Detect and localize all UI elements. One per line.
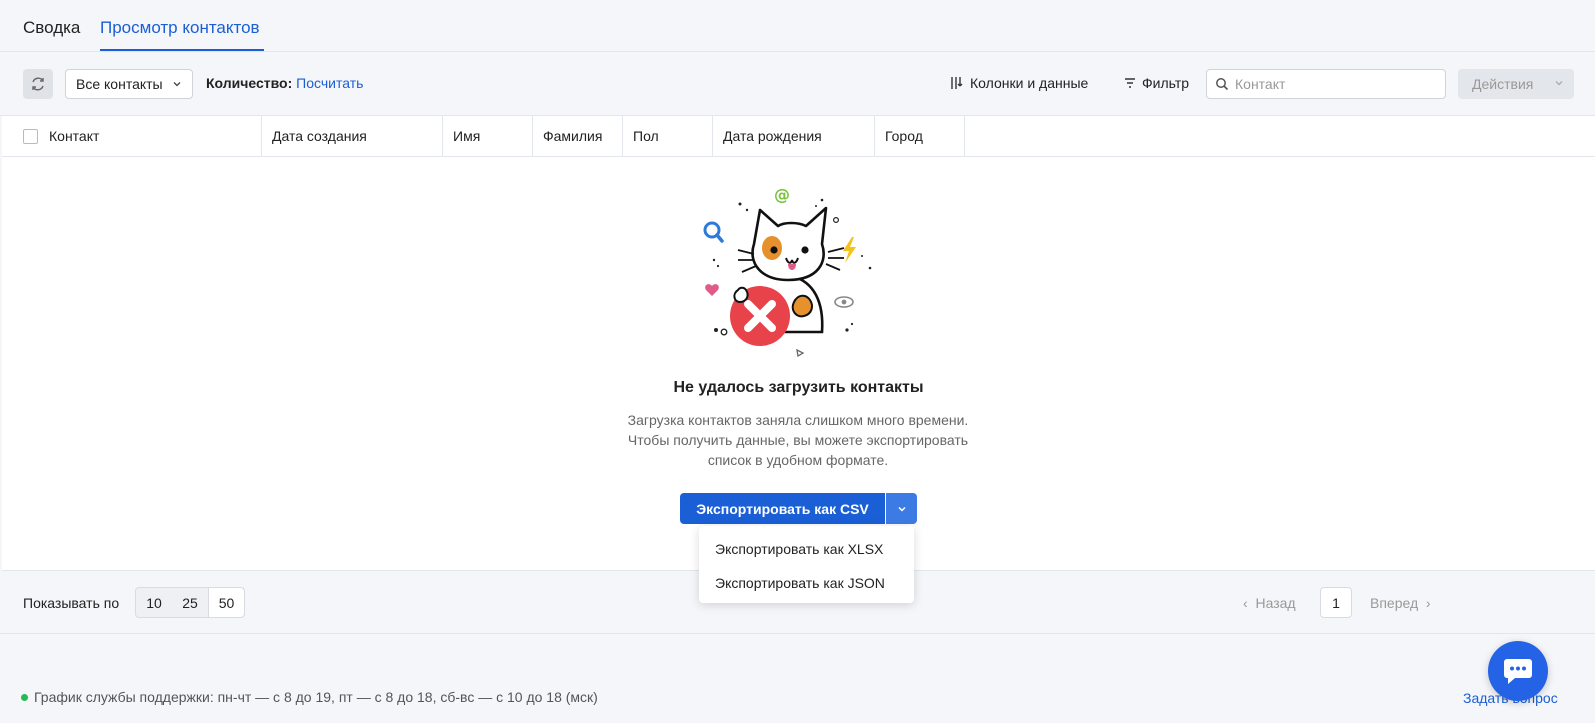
svg-text:@: @ <box>774 185 790 204</box>
chat-button[interactable] <box>1488 641 1548 701</box>
contact-search <box>1206 69 1446 99</box>
page-size-option-selected[interactable]: 50 <box>208 588 244 617</box>
filter-icon <box>1125 78 1135 88</box>
columns-label: Колонки и данные <box>970 75 1089 91</box>
tab-summary[interactable]: Сводка <box>23 18 80 38</box>
tab-contacts-view[interactable]: Просмотр контактов <box>100 18 260 38</box>
page-size-option[interactable]: 25 <box>172 588 208 617</box>
chat-icon <box>1504 659 1532 684</box>
page-size-option[interactable]: 10 <box>136 588 172 617</box>
column-header-first-name[interactable]: Имя <box>443 116 533 156</box>
online-status-dot <box>21 693 28 701</box>
search-icon <box>1216 78 1229 91</box>
error-description-line: Загрузка контактов заняла слишком много … <box>627 412 969 428</box>
error-title: Не удалось загрузить контакты <box>673 379 924 396</box>
count-link[interactable]: Посчитать <box>296 75 363 91</box>
table-header: Контакт Дата создания Имя Фамилия Пол Да… <box>2 116 1595 157</box>
export-xlsx-option[interactable]: Экспортировать как XLSX <box>699 532 914 566</box>
tab-bar: Сводка Просмотр контактов <box>0 0 1595 52</box>
support-schedule-text: График службы поддержки: пн-чт — с 8 до … <box>34 689 598 705</box>
chevron-down-icon <box>173 82 181 87</box>
error-cat-illustration: @ <box>703 185 872 358</box>
columns-button[interactable]: Колонки и данные <box>950 75 1088 91</box>
footer: График службы поддержки: пн-чт — с 8 до … <box>0 634 1595 723</box>
export-options-toggle[interactable] <box>886 493 917 524</box>
export-json-option[interactable]: Экспортировать как JSON <box>699 566 914 600</box>
column-header-birthdate[interactable]: Дата рождения <box>713 116 875 156</box>
prev-page-label: Назад <box>1255 595 1296 611</box>
segment-select-value: Все контакты <box>76 76 163 92</box>
current-page[interactable]: 1 <box>1320 587 1352 618</box>
column-header-last-name[interactable]: Фамилия <box>533 116 623 156</box>
filter-button[interactable]: Фильтр <box>1124 75 1189 91</box>
prev-page-button[interactable]: ‹ Назад <box>1243 595 1296 611</box>
actions-label: Действия <box>1472 76 1534 92</box>
page-size-switcher: 10 25 50 <box>135 587 245 618</box>
chevron-down-icon <box>897 506 906 512</box>
export-csv-button[interactable]: Экспортировать как CSV <box>680 493 885 524</box>
empty-state: @ Не удалось загрузить контакты Загрузка… <box>2 157 1595 571</box>
columns-icon <box>951 77 963 89</box>
error-description-line: список в удобном формате. <box>707 452 889 468</box>
next-page-label: Вперед <box>1370 595 1419 611</box>
column-header-city[interactable]: Город <box>875 116 965 156</box>
toolbar: Все контакты Количество: Посчитать Колон… <box>0 52 1595 116</box>
column-header-contact[interactable]: Контакт <box>39 116 262 156</box>
actions-button[interactable]: Действия <box>1458 69 1574 99</box>
count-label: Количество: <box>206 75 293 91</box>
chevron-down-icon <box>1555 81 1563 86</box>
refresh-icon <box>32 77 44 91</box>
error-description: Загрузка контактов заняла слишком много … <box>598 410 998 470</box>
select-all-checkbox[interactable] <box>23 129 38 144</box>
search-input[interactable] <box>1235 76 1435 92</box>
active-tab-indicator <box>100 49 264 51</box>
column-header-created[interactable]: Дата создания <box>262 116 443 156</box>
column-header-gender[interactable]: Пол <box>623 116 713 156</box>
contact-count: Количество: Посчитать <box>206 75 363 91</box>
segment-select[interactable]: Все контакты <box>65 69 193 99</box>
next-page-button[interactable]: Вперед › <box>1370 595 1431 611</box>
support-schedule: График службы поддержки: пн-чт — с 8 до … <box>21 689 598 705</box>
error-description-line: Чтобы получить данные, вы можете экспорт… <box>627 432 969 448</box>
page-size-label: Показывать по <box>23 595 120 611</box>
refresh-button[interactable] <box>23 69 53 99</box>
export-dropdown-menu: Экспортировать как XLSX Экспортировать к… <box>699 526 914 603</box>
filter-label: Фильтр <box>1142 75 1190 91</box>
